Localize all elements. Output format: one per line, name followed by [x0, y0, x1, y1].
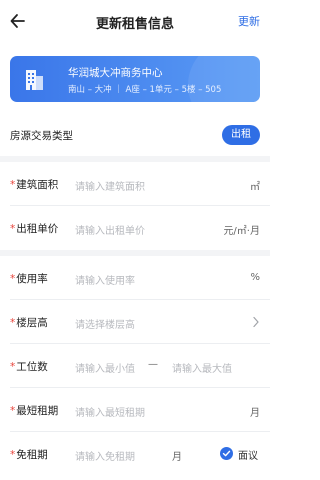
- usage-input[interactable]: 请输入使用率: [75, 272, 135, 287]
- rent-type-button[interactable]: 出租: [222, 125, 260, 145]
- price-row[interactable]: *出租单价 请输入出租单价 元/㎡·月: [0, 206, 270, 250]
- check-icon: [222, 450, 231, 457]
- free-lease-input[interactable]: 请输入免租期: [75, 448, 135, 463]
- free-lease-label: *免租期: [10, 447, 48, 462]
- area-row[interactable]: *建筑面积 请输入建筑面积 ㎡: [0, 162, 270, 206]
- free-lease-row[interactable]: *免租期 请输入免租期 月 面议: [0, 432, 270, 476]
- area-input[interactable]: 请输入建筑面积: [75, 178, 145, 193]
- required-mark: *: [10, 361, 16, 373]
- usage-row[interactable]: *使用率 请输入使用率 %: [0, 256, 270, 300]
- required-mark: *: [10, 449, 16, 461]
- area-label: *建筑面积: [10, 177, 58, 192]
- free-lease-label-text: 免租期: [16, 449, 48, 461]
- stations-label-text: 工位数: [16, 361, 48, 373]
- transaction-type-label: 房源交易类型: [10, 130, 73, 142]
- stations-label: *工位数: [10, 359, 48, 374]
- building-icon: [26, 70, 43, 90]
- usage-unit: %: [250, 272, 260, 283]
- property-location: 南山 – 大冲 ｜ A座 – 1单元 – 5楼 – 505: [68, 85, 222, 95]
- card-decoration: [188, 56, 260, 102]
- floor-height-select[interactable]: 请选择楼层高: [75, 316, 135, 331]
- usage-label: *使用率: [10, 271, 48, 286]
- negotiable-label[interactable]: 面议: [238, 447, 258, 462]
- property-name: 华润城大冲商务中心: [68, 67, 163, 79]
- negotiable-checkbox[interactable]: [220, 447, 233, 460]
- min-lease-input[interactable]: 请输入最短租期: [75, 404, 145, 419]
- floor-height-label-text: 楼层高: [16, 317, 48, 329]
- stations-row[interactable]: *工位数 请输入最小值 — 请输入最大值: [0, 344, 270, 388]
- chevron-right-icon[interactable]: [252, 316, 260, 328]
- update-button[interactable]: 更新: [238, 13, 260, 29]
- required-mark: *: [10, 179, 16, 191]
- price-unit: 元/㎡·月: [223, 226, 260, 237]
- area-unit: ㎡: [250, 182, 260, 193]
- usage-label-text: 使用率: [16, 273, 48, 285]
- min-lease-unit: 月: [250, 408, 260, 419]
- min-lease-label-text: 最短租期: [16, 405, 59, 417]
- floor-height-row[interactable]: *楼层高 请选择楼层高: [0, 300, 270, 344]
- required-mark: *: [10, 405, 16, 417]
- required-mark: *: [10, 223, 16, 235]
- top-bar: 更新租售信息 更新: [0, 0, 270, 44]
- transaction-type-row: 房源交易类型 出租: [0, 120, 270, 150]
- stations-max-input[interactable]: 请输入最大值: [172, 360, 232, 375]
- area-label-text: 建筑面积: [16, 179, 59, 191]
- free-lease-unit: 月: [172, 452, 182, 463]
- range-separator: —: [148, 359, 158, 370]
- price-input[interactable]: 请输入出租单价: [75, 222, 145, 237]
- floor-height-label: *楼层高: [10, 315, 48, 330]
- required-mark: *: [10, 273, 16, 285]
- required-mark: *: [10, 317, 16, 329]
- min-lease-label: *最短租期: [10, 403, 58, 418]
- property-card: 华润城大冲商务中心 南山 – 大冲 ｜ A座 – 1单元 – 5楼 – 505: [10, 56, 260, 102]
- page-title: 更新租售信息: [95, 17, 174, 32]
- price-label: *出租单价: [10, 221, 58, 236]
- min-lease-row[interactable]: *最短租期 请输入最短租期 月: [0, 388, 270, 432]
- stations-min-input[interactable]: 请输入最小值: [75, 360, 135, 375]
- price-label-text: 出租单价: [16, 223, 59, 235]
